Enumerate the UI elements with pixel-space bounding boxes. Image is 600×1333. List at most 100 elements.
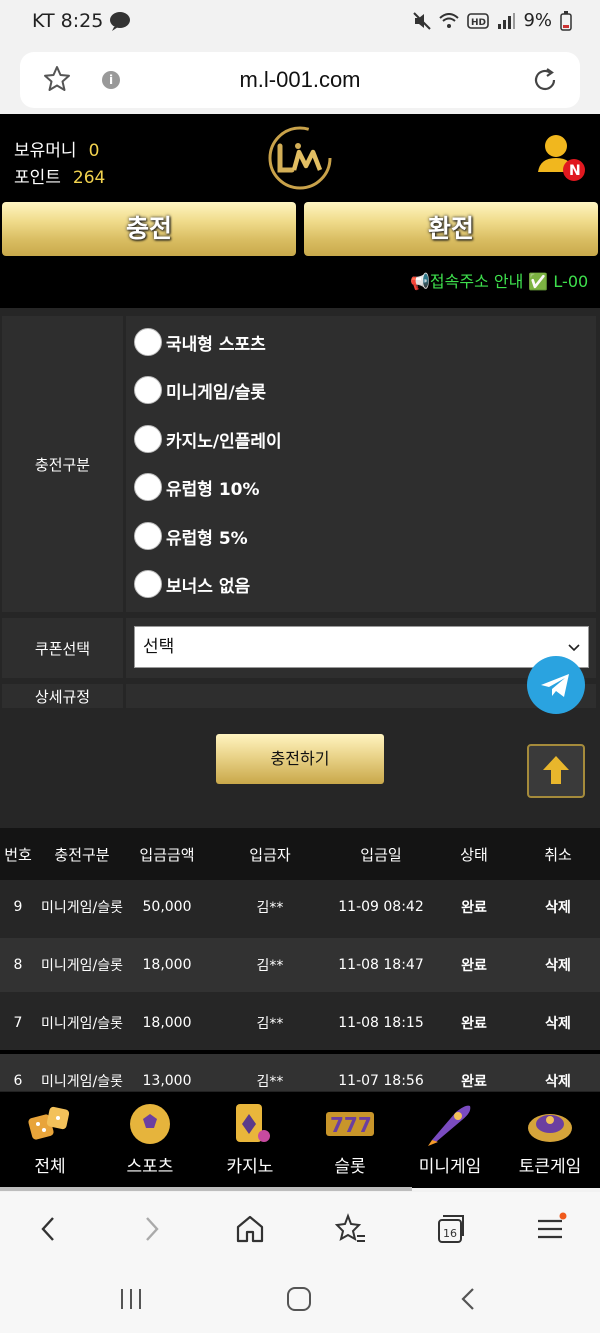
svg-text:HD: HD (471, 18, 486, 28)
telegram-button[interactable] (527, 656, 585, 714)
forward-icon[interactable] (134, 1212, 168, 1246)
col-type: 충전구분 (54, 845, 110, 864)
row-amount: 50,000 (142, 899, 192, 915)
row-type: 미니게임/슬롯 (41, 1016, 123, 1032)
row-depositor: 김** (256, 958, 284, 974)
playing-card-icon (236, 1104, 270, 1142)
nav-label: 스포츠 (126, 1157, 174, 1177)
option-label: 국내형 스포츠 (166, 334, 266, 355)
nav-label: 슬롯 (334, 1157, 366, 1177)
system-navigation (0, 1266, 600, 1333)
table-row: 7 미니게임/슬롯 18,000 김** 11-08 18:15 완료 삭제 (0, 996, 600, 1050)
money-value: 0 (88, 141, 100, 161)
charge-type-label: 충전구분 (2, 316, 123, 612)
status-bar: KT 8:25 HD 9% (0, 0, 600, 44)
tabs-icon[interactable]: 16 (433, 1212, 467, 1246)
option-minigame-slot[interactable]: 미니게임/슬롯 (134, 376, 266, 404)
option-domestic-sports[interactable]: 국내형 스포츠 (134, 328, 266, 356)
rules-field (126, 684, 596, 708)
option-label: 미니게임/슬롯 (166, 382, 267, 403)
address-bar[interactable]: i m.l-001.com (20, 52, 580, 108)
game-category-nav: 전체 스포츠 카지노 777 슬롯 미니게임 토큰게임 (0, 1091, 600, 1185)
back-icon[interactable] (32, 1212, 66, 1246)
mute-icon (413, 11, 432, 30)
money-label: 보유머니 (14, 141, 77, 161)
scroll-top-button[interactable] (527, 744, 585, 798)
telegram-icon (541, 674, 569, 697)
row-amount: 18,000 (142, 957, 192, 973)
radio-button[interactable] (134, 473, 162, 501)
site-logo[interactable] (266, 124, 334, 192)
radio-button[interactable] (134, 328, 162, 356)
nav-label: 전체 (34, 1157, 66, 1177)
exchange-button[interactable]: 환전 (304, 202, 598, 256)
chevron-down-icon (568, 644, 580, 652)
submit-charge-button[interactable]: 충전하기 (216, 734, 384, 784)
row-status: 완료 (461, 900, 487, 916)
table-row: 8 미니게임/슬롯 18,000 김** 11-08 18:47 완료 삭제 (0, 938, 600, 992)
nav-token-game[interactable]: 토큰게임 (500, 1092, 600, 1186)
wifi-icon (439, 12, 460, 28)
url-text[interactable]: m.l-001.com (20, 67, 580, 93)
point-label: 포인트 (14, 168, 61, 188)
row-status: 완료 (461, 1016, 487, 1032)
option-europe-5[interactable]: 유럽형 5% (134, 522, 248, 550)
recent-apps-icon[interactable] (118, 1286, 144, 1312)
nav-casino[interactable]: 카지노 (200, 1092, 300, 1186)
radio-button[interactable] (134, 522, 162, 550)
option-label: 유럽형 5% (166, 528, 248, 549)
nav-sports[interactable]: 스포츠 (100, 1092, 200, 1186)
home-button-icon[interactable] (286, 1286, 312, 1312)
reload-icon[interactable] (530, 65, 560, 95)
col-date: 입금일 (360, 845, 402, 864)
history-table-header: 번호 충전구분 입금금액 입금자 입금일 상태 취소 (0, 828, 600, 880)
battery-percent: 9% (523, 10, 552, 31)
option-no-bonus[interactable]: 보너스 없음 (134, 570, 250, 598)
nav-slot[interactable]: 777 슬롯 (300, 1092, 400, 1186)
row-depositor: 김** (256, 900, 284, 916)
radio-button[interactable] (134, 570, 162, 598)
nav-all[interactable]: 전체 (0, 1092, 100, 1186)
table-row: 9 미니게임/슬롯 50,000 김** 11-09 08:42 완료 삭제 (0, 880, 600, 934)
messenger-icon (110, 12, 131, 31)
nav-minigame[interactable]: 미니게임 (400, 1092, 500, 1186)
radio-button[interactable] (134, 376, 162, 404)
system-back-icon[interactable] (456, 1286, 482, 1312)
browser-toolbar: 16 (0, 1192, 600, 1266)
coupon-label: 쿠폰선택 (2, 618, 123, 678)
notice-marquee: 📢접속주소 안내 ✅ L-00 (410, 272, 589, 291)
row-status: 완료 (461, 958, 487, 974)
dice-icon (28, 1106, 70, 1140)
user-profile-icon[interactable]: N (536, 130, 588, 184)
col-depositor: 입금자 (249, 845, 291, 864)
option-europe-10[interactable]: 유럽형 10% (134, 473, 260, 501)
row-date: 11-08 18:15 (338, 1015, 424, 1031)
col-number: 번호 (4, 845, 32, 864)
page-content: 보유머니 0 포인트 264 N 충전 환전 📢접속주소 안내 ✅ L-00 충전구… (0, 114, 600, 1188)
slot-777-icon: 777 (326, 1112, 374, 1137)
page-scroll-indicator (0, 1187, 412, 1191)
charge-type-field (126, 316, 596, 612)
rocket-icon (428, 1105, 471, 1146)
signal-icon (498, 12, 516, 29)
tab-count: 16 (443, 1227, 457, 1240)
menu-icon[interactable] (533, 1212, 567, 1246)
col-amount: 입금금액 (139, 845, 195, 864)
row-date: 11-09 08:42 (338, 899, 424, 915)
row-number: 8 (13, 957, 23, 973)
row-delete-button[interactable]: 삭제 (520, 938, 596, 992)
col-status: 상태 (460, 845, 488, 864)
row-delete-button[interactable]: 삭제 (520, 880, 596, 934)
charge-button[interactable]: 충전 (2, 202, 296, 256)
radio-button[interactable] (134, 425, 162, 453)
bookmarks-icon[interactable] (333, 1212, 367, 1246)
row-amount: 18,000 (142, 1015, 192, 1031)
nav-label: 토큰게임 (518, 1157, 582, 1177)
row-depositor: 김** (256, 1016, 284, 1032)
coupon-selected-value: 선택 (143, 637, 175, 657)
option-casino-inplay[interactable]: 카지노/인플레이 (134, 425, 282, 453)
row-delete-button[interactable]: 삭제 (520, 996, 596, 1050)
nav-label: 미니게임 (418, 1157, 482, 1177)
home-icon[interactable] (233, 1212, 267, 1246)
coupon-select[interactable]: 선택 (134, 626, 589, 668)
